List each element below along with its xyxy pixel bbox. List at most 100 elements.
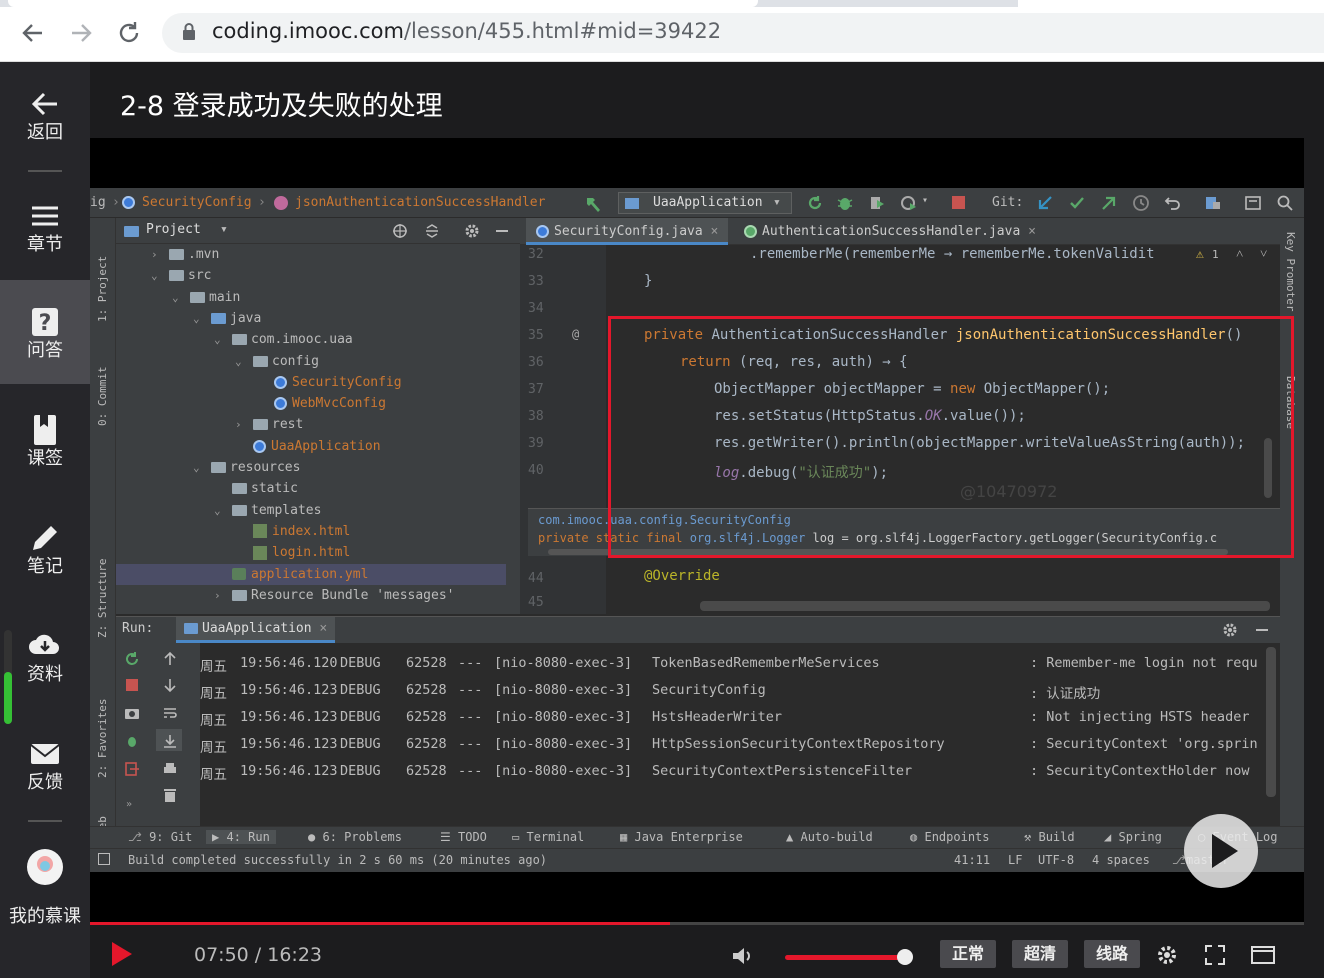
tree-item[interactable]: application.yml bbox=[116, 563, 506, 585]
play-icon[interactable] bbox=[110, 940, 134, 968]
bean-gutter-icon[interactable]: @ bbox=[572, 327, 579, 341]
route-button[interactable]: 线路 bbox=[1084, 940, 1141, 968]
tree-item[interactable]: UaaApplication bbox=[235, 436, 381, 457]
tab-security-config[interactable]: SecurityConfig.java × bbox=[526, 218, 729, 245]
tree-item[interactable]: ⌄ templates bbox=[214, 500, 321, 521]
editor-hscroll[interactable] bbox=[700, 601, 1270, 611]
status-message[interactable]: Build completed successfully in 2 s 60 m… bbox=[128, 853, 547, 867]
camera-icon[interactable] bbox=[124, 705, 140, 721]
trash-icon[interactable] bbox=[162, 787, 178, 803]
git-update-icon[interactable] bbox=[1036, 194, 1054, 212]
console-scrollbar[interactable] bbox=[1266, 647, 1276, 797]
tool-tab-spring[interactable]: ◢ Spring bbox=[1104, 830, 1162, 844]
gear-icon[interactable] bbox=[464, 223, 480, 239]
coverage-icon[interactable] bbox=[868, 194, 886, 212]
sidebar-item-my-imooc[interactable]: 我的慕课 bbox=[0, 830, 90, 934]
hammer-icon[interactable] bbox=[584, 194, 602, 212]
tree-item[interactable]: › .mvn bbox=[151, 244, 219, 265]
volume-slider[interactable] bbox=[785, 955, 905, 960]
tool-tab-auto-build[interactable]: ▲ Auto-build bbox=[786, 830, 873, 844]
url-text[interactable]: coding.imooc.com/lesson/455.html#mid=394… bbox=[212, 19, 721, 43]
strip-project[interactable]: 1: Project bbox=[96, 256, 109, 322]
chevron-down-icon[interactable]: ˅ bbox=[1260, 246, 1267, 262]
breadcrumb-item[interactable]: ig bbox=[90, 195, 106, 210]
gear-icon[interactable] bbox=[1156, 944, 1178, 966]
close-icon[interactable]: × bbox=[1028, 224, 1036, 239]
git-push-icon[interactable] bbox=[1100, 194, 1118, 212]
chevron-right-icon[interactable]: › bbox=[235, 414, 253, 435]
locate-icon[interactable] bbox=[392, 223, 408, 239]
history-icon[interactable] bbox=[1132, 194, 1150, 212]
tree-item[interactable]: ⌄ resources bbox=[193, 457, 300, 478]
collapse-all-icon[interactable] bbox=[424, 223, 440, 239]
file-encoding[interactable]: UTF-8 bbox=[1038, 853, 1074, 867]
chevron-down-icon[interactable]: ▾ bbox=[220, 222, 228, 237]
run-tab[interactable]: UaaApplication × bbox=[176, 617, 336, 643]
chevron-right-icon[interactable]: › bbox=[214, 585, 232, 606]
chevron-down-icon[interactable]: ⌄ bbox=[151, 265, 169, 286]
gear-icon[interactable] bbox=[1222, 622, 1238, 638]
speed-button[interactable]: 正常 bbox=[940, 940, 997, 968]
sidebar-item-bookmark[interactable]: 课签 bbox=[0, 388, 90, 492]
tree-item[interactable]: ⌄ java bbox=[193, 308, 261, 329]
minimize-icon[interactable] bbox=[1256, 629, 1268, 631]
browser-tab-2[interactable] bbox=[1018, 0, 1324, 7]
sidebar-item-notes[interactable]: 笔记 bbox=[0, 496, 90, 600]
arrow-right-icon[interactable] bbox=[66, 18, 96, 48]
sidebar-item-materials[interactable]: 资料 bbox=[0, 604, 90, 708]
tree-item[interactable]: › Resource Bundle 'messages' bbox=[214, 585, 455, 606]
more-icon[interactable]: » bbox=[126, 799, 132, 810]
tool-tab-git[interactable]: ⎇ 9: Git bbox=[128, 830, 192, 844]
tree-item[interactable]: index.html bbox=[235, 521, 350, 542]
tab-auth-success-handler[interactable]: AuthenticationSuccessHandler.java × bbox=[734, 218, 1046, 245]
close-icon[interactable]: × bbox=[711, 224, 719, 239]
chevron-up-icon[interactable]: ˄ bbox=[1236, 246, 1243, 262]
warning-icon[interactable]: ⚠ bbox=[1196, 247, 1204, 262]
volume-icon[interactable] bbox=[730, 944, 754, 968]
sidebar-item-chapters[interactable]: 章节 bbox=[0, 174, 90, 278]
tool-tab-java-enterprise[interactable]: ▦ Java Enterprise bbox=[620, 830, 743, 844]
terminal-window-icon[interactable] bbox=[1244, 194, 1262, 212]
big-play-button[interactable] bbox=[1184, 814, 1258, 888]
print-icon[interactable] bbox=[162, 761, 178, 777]
tree-item[interactable]: WebMvcConfig bbox=[256, 393, 386, 414]
search-icon[interactable] bbox=[1276, 194, 1294, 212]
tool-tab-todo[interactable]: ☰ TODO bbox=[440, 830, 487, 844]
reload-icon[interactable] bbox=[114, 18, 144, 48]
strip-structure[interactable]: Z: Structure bbox=[96, 559, 109, 638]
breadcrumb-item[interactable]: jsonAuthenticationSuccessHandler bbox=[295, 195, 545, 210]
breadcrumb-item[interactable]: SecurityConfig bbox=[142, 195, 252, 210]
indent-setting[interactable]: 4 spaces bbox=[1092, 853, 1150, 867]
tool-tab-endpoints[interactable]: ◍ Endpoints bbox=[910, 830, 990, 844]
git-commit-icon[interactable] bbox=[1068, 194, 1086, 212]
tool-tab-run[interactable]: ▶ 4: Run bbox=[206, 830, 276, 844]
strip-commit[interactable]: 0: Commit bbox=[96, 366, 109, 426]
strip-key-promoter[interactable]: Key Promoter bbox=[1284, 232, 1297, 311]
quality-button[interactable]: 超清 bbox=[1012, 940, 1069, 968]
chevron-right-icon[interactable]: › bbox=[151, 244, 169, 265]
line-separator[interactable]: LF bbox=[1008, 853, 1022, 867]
scroll-up-icon[interactable] bbox=[162, 651, 178, 667]
chevron-down-icon[interactable]: ⌄ bbox=[214, 329, 232, 350]
tree-item[interactable]: static bbox=[214, 478, 298, 499]
debug-icon[interactable] bbox=[836, 194, 854, 212]
run-config-select[interactable]: UaaApplication ▾ bbox=[618, 192, 792, 214]
stop-icon[interactable] bbox=[952, 196, 965, 209]
tree-item[interactable]: SecurityConfig bbox=[256, 372, 402, 393]
chevron-down-icon[interactable]: ⌄ bbox=[214, 500, 232, 521]
rollback-icon[interactable] bbox=[1164, 194, 1182, 212]
scroll-down-icon[interactable] bbox=[162, 677, 178, 693]
chevron-down-icon[interactable]: ⌄ bbox=[172, 287, 190, 308]
tool-tab-terminal[interactable]: ▭ Terminal bbox=[512, 830, 584, 844]
project-label[interactable]: Project bbox=[146, 222, 201, 237]
sidebar-item-back[interactable]: 返回 bbox=[0, 62, 90, 166]
rerun-icon[interactable] bbox=[806, 194, 824, 212]
stop-icon[interactable] bbox=[126, 679, 138, 691]
close-icon[interactable]: × bbox=[319, 621, 327, 636]
sidebar-item-feedback[interactable]: 反馈 bbox=[0, 712, 90, 816]
tree-item[interactable]: ⌄ config bbox=[235, 351, 319, 372]
tree-item[interactable]: ⌄ src bbox=[151, 265, 211, 286]
project-structure-icon[interactable] bbox=[1204, 194, 1222, 212]
browser-tab[interactable] bbox=[8, 0, 758, 7]
rerun-icon[interactable] bbox=[124, 651, 140, 667]
